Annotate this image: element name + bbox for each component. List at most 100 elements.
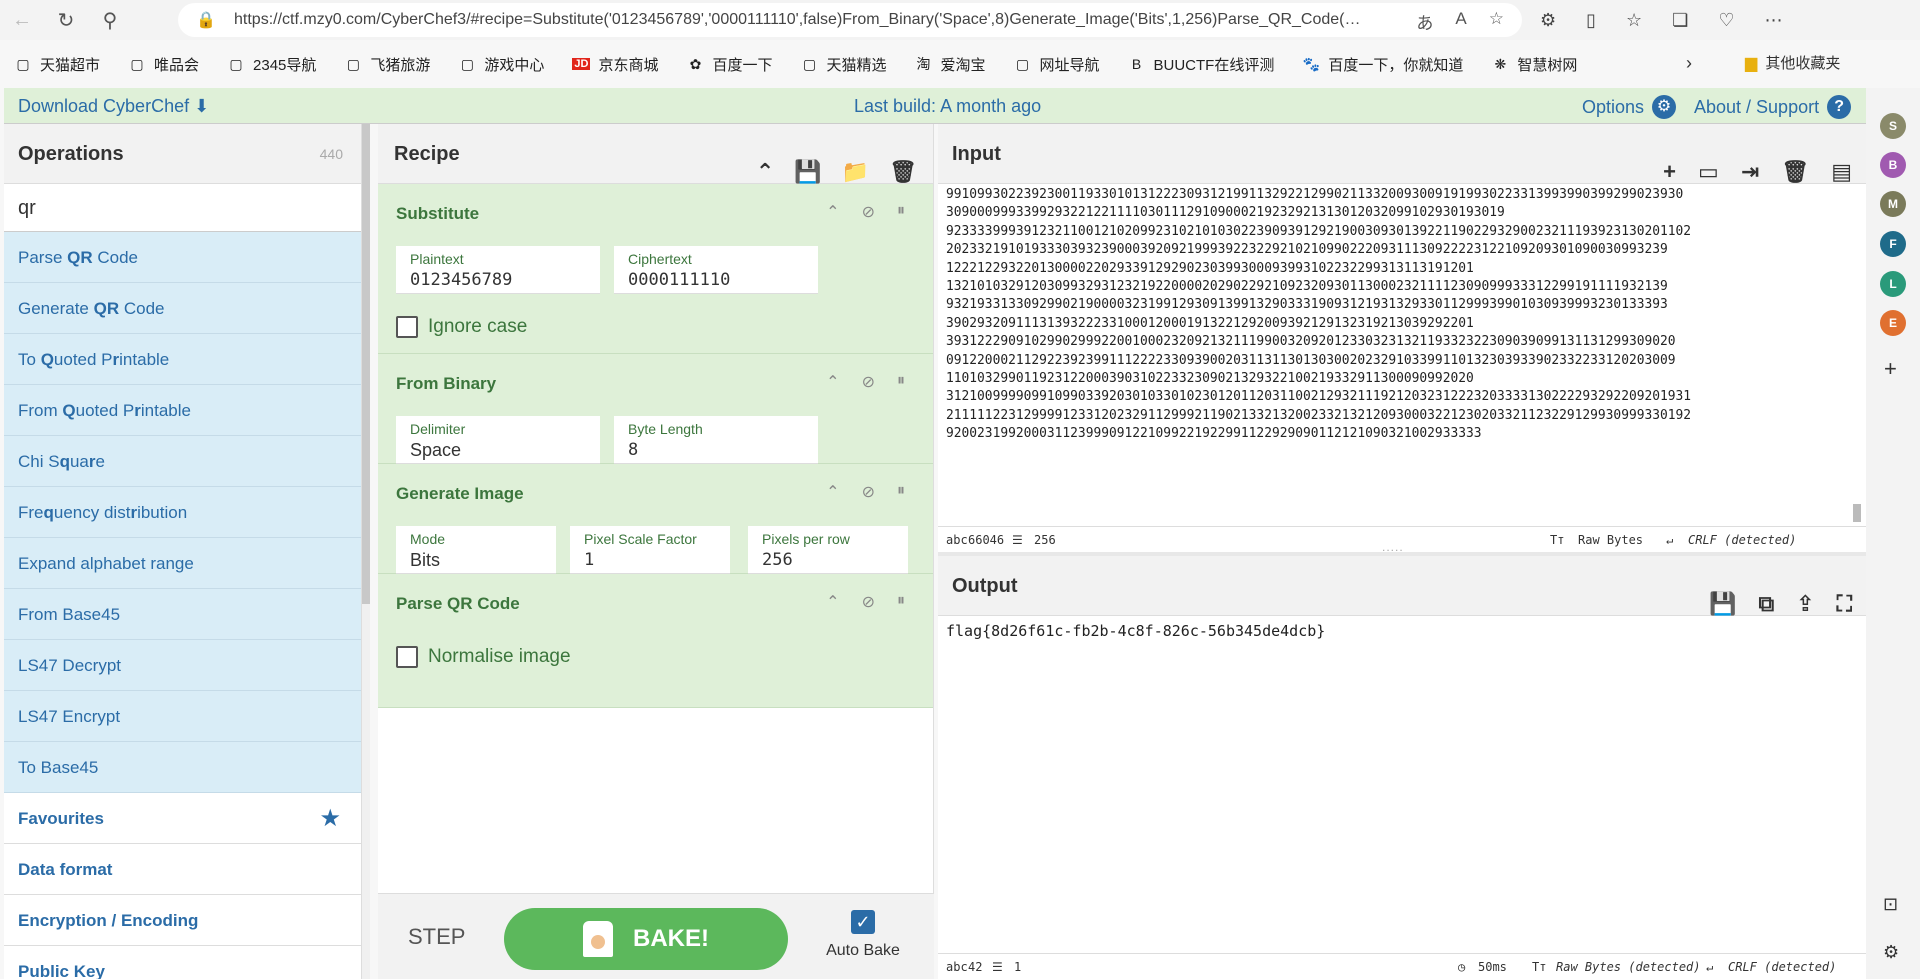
help-icon: ? [1827, 95, 1852, 119]
sidebar-app-icon[interactable]: S [1880, 113, 1906, 139]
operation-item[interactable]: LS47 Encrypt [4, 691, 361, 742]
category-item[interactable]: Public Key [4, 946, 361, 979]
operation-item[interactable]: To Base45 [4, 742, 361, 793]
operation-item[interactable]: From Base45 [4, 589, 361, 640]
pause-icon[interactable]: ⏸ [897, 372, 905, 392]
operations-scrollbar-thumb[interactable] [362, 124, 370, 604]
ignore-case-checkbox[interactable]: Ignore case [396, 316, 527, 338]
bookmark-item[interactable]: JD 京东商城 [572, 54, 658, 75]
chevron-up-icon[interactable]: ⌃ [826, 372, 839, 392]
bookmark-item[interactable]: 🐾 百度一下，你就知道 [1302, 54, 1464, 75]
input-textarea[interactable]: 9910993022392300119330101312223093121991… [946, 186, 1850, 522]
bookmark-item[interactable]: 淘爱淘宝 [914, 54, 985, 75]
back-icon[interactable]: ← [0, 0, 44, 40]
chevron-up-icon[interactable]: ⌃ [826, 482, 839, 502]
bake-button[interactable]: BAKE! [504, 908, 788, 970]
page-icon: ▢ [16, 55, 30, 72]
operations-search-input[interactable]: qr [4, 184, 361, 232]
input-scrollbar[interactable] [1852, 186, 1862, 522]
auto-bake-checkbox[interactable]: ✓ Auto Bake [818, 910, 908, 960]
operations-title: Operations 440 [4, 124, 361, 184]
bookmark-item[interactable]: ▢ 2345导航 [227, 54, 316, 75]
sidebar-app-icon[interactable]: L [1880, 271, 1906, 297]
sidebar-app-icon[interactable]: F [1880, 231, 1906, 257]
bookmark-item[interactable]: ▢ 飞猪旅游 [344, 54, 431, 75]
ciphertext-field[interactable]: Ciphertext 0000111110 [614, 246, 818, 294]
address-bar[interactable]: 🔒 https://ctf.mzy0.com/CyberChef3/#recip… [178, 3, 1522, 37]
recipe-title: Recipe ⌃ 💾 📁 🗑 [378, 124, 933, 184]
chevron-up-icon[interactable]: ⌃ [826, 592, 839, 612]
pause-icon[interactable]: ⏸ [897, 592, 905, 612]
operation-item[interactable]: Expand alphabet range [4, 538, 361, 589]
input-line: 1321010329120309932931232192200002029022… [946, 279, 1668, 295]
screenshot-icon[interactable]: ⊡ [1883, 894, 1898, 915]
delimiter-select[interactable]: Delimiter Space [396, 416, 600, 464]
operation-item[interactable]: Frequency distribution [4, 487, 361, 538]
plaintext-field[interactable]: Plaintext 0123456789 [396, 246, 600, 294]
pause-icon[interactable]: ⏸ [897, 482, 905, 502]
output-charenc[interactable]: Raw Bytes (detected) [1556, 960, 1701, 974]
replace-input-icon[interactable]: ⇪ [1796, 574, 1814, 634]
operation-item[interactable]: From Quoted Printable [4, 385, 361, 436]
about-support-button[interactable]: About / Support ? [1694, 95, 1852, 119]
sidebar-app-icon[interactable]: E [1880, 310, 1906, 336]
operation-item[interactable]: Chi Square [4, 436, 361, 487]
bookmark-item[interactable]: ✿ 百度一下 [686, 54, 773, 75]
favorite-star-icon[interactable]: ☆ [1489, 9, 1504, 34]
category-item[interactable]: Favourites ★ [4, 793, 361, 844]
input-eol[interactable]: CRLF (detected) [1688, 533, 1796, 547]
eol-icon: ↵ [1706, 960, 1714, 974]
save-output-icon[interactable]: 💾 [1709, 574, 1736, 634]
sidebar-app-icon[interactable]: M [1880, 191, 1906, 217]
disable-icon[interactable]: ⊘ [862, 372, 875, 392]
step-button[interactable]: STEP [408, 924, 465, 950]
input-charenc[interactable]: Raw Bytes [1578, 533, 1643, 547]
bookmark-item[interactable]: ▢ 网址导航 [1014, 54, 1100, 75]
bookmark-item[interactable]: ❋ 智慧树网 [1491, 54, 1577, 75]
operation-item[interactable]: To Quoted Printable [4, 334, 361, 385]
search-icon[interactable]: ⚲ [88, 0, 132, 40]
category-item[interactable]: Encryption / Encoding [4, 895, 361, 946]
more-menu-icon[interactable]: ⋯ [1764, 10, 1782, 31]
chevron-right-icon[interactable]: › [1686, 53, 1692, 74]
translate-icon[interactable]: あ [1416, 9, 1433, 34]
copy-output-icon[interactable]: ⧉ [1758, 574, 1774, 634]
browser-essentials-icon[interactable]: ♡ [1718, 10, 1734, 31]
category-item[interactable]: Data format [4, 844, 361, 895]
output-text[interactable]: flag{8d26f61c-fb2b-4c8f-826c-56b345de4dc… [946, 622, 1325, 640]
byte-length-field[interactable]: Byte Length 8 [614, 416, 818, 464]
lines-icon: ☰ [1012, 533, 1023, 547]
favorites-icon[interactable]: ☆ [1626, 10, 1642, 31]
pixel-scale-field[interactable]: Pixel Scale Factor 1 [570, 526, 730, 574]
bookmark-item[interactable]: ▢ 天猫精选 [800, 54, 887, 75]
pixels-per-row-field[interactable]: Pixels per row 256 [748, 526, 908, 574]
operation-item[interactable]: Generate QR Code [4, 283, 361, 334]
bookmark-item[interactable]: ▢ 天猫超市 [14, 54, 100, 75]
output-eol[interactable]: CRLF (detected) [1728, 960, 1836, 974]
sidebar-app-icon[interactable]: B [1880, 152, 1906, 178]
split-screen-icon[interactable]: ▯ [1586, 10, 1596, 31]
operation-item[interactable]: LS47 Decrypt [4, 640, 361, 691]
chevron-up-icon[interactable]: ⌃ [826, 202, 839, 222]
disable-icon[interactable]: ⊘ [862, 482, 875, 502]
maximise-icon[interactable]: ⛶ [1837, 574, 1852, 634]
bookmark-item[interactable]: B BUUCTF在线评测 [1128, 54, 1275, 75]
pause-icon[interactable]: ⏸ [897, 202, 905, 222]
settings-icon[interactable]: ⚙ [1883, 942, 1899, 963]
disable-icon[interactable]: ⊘ [862, 202, 875, 222]
options-button[interactable]: Options ⚙ [1582, 95, 1677, 119]
refresh-icon[interactable]: ↻ [44, 0, 88, 40]
collections-icon[interactable]: ❏ [1672, 10, 1688, 31]
normalise-image-checkbox[interactable]: Normalise image [396, 646, 571, 668]
bookmark-item[interactable]: ▢ 唯品会 [128, 54, 199, 75]
other-bookmarks[interactable]: ▆ 其他收藏夹 [1745, 52, 1840, 73]
add-sidebar-icon[interactable]: + [1884, 356, 1897, 382]
mode-select[interactable]: Mode Bits [396, 526, 556, 574]
last-build-link[interactable]: Last build: A month ago [854, 96, 1041, 117]
read-aloud-icon[interactable]: A [1455, 9, 1466, 34]
download-cyberchef-link[interactable]: Download CyberChef ⬇ [18, 96, 209, 117]
disable-icon[interactable]: ⊘ [862, 592, 875, 612]
operation-item[interactable]: Parse QR Code [4, 232, 361, 283]
extensions-icon[interactable]: ⚙ [1540, 10, 1556, 31]
bookmark-item[interactable]: ▢ 游戏中心 [458, 54, 545, 75]
